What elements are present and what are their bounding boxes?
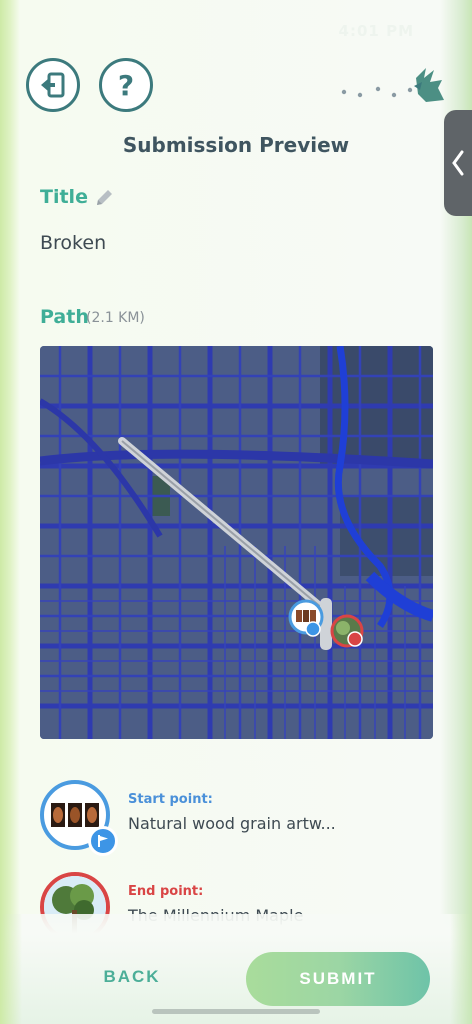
title-value: Broken [40,232,107,254]
help-button[interactable]: ? [99,58,153,112]
collapse-tab[interactable] [444,110,472,216]
end-marker[interactable] [330,614,364,648]
title-label: Title [40,186,88,208]
pokemon-trail-icon [341,68,444,102]
home-indicator [152,1009,320,1014]
start-point-name: Natural wood grain artw... [128,814,336,833]
submit-button[interactable]: SUBMIT [246,952,430,1006]
path-distance: (2.1 KM) [86,310,145,326]
question-mark-icon: ? [117,68,135,102]
start-point-label: Start point: [128,792,213,807]
status-time: 4:01 PM [338,22,414,40]
flag-icon [88,826,118,856]
route-map[interactable] [40,346,433,739]
exit-door-icon [41,72,65,98]
back-button[interactable]: BACK [82,952,182,1002]
exit-button[interactable] [26,58,80,112]
page-title: Submission Preview [122,133,350,157]
path-label: Path [40,306,89,328]
pencil-icon[interactable] [93,187,115,209]
end-point-label: End point: [128,884,204,899]
start-point-row[interactable]: Start point: Natural wood grain artw... [40,780,440,860]
